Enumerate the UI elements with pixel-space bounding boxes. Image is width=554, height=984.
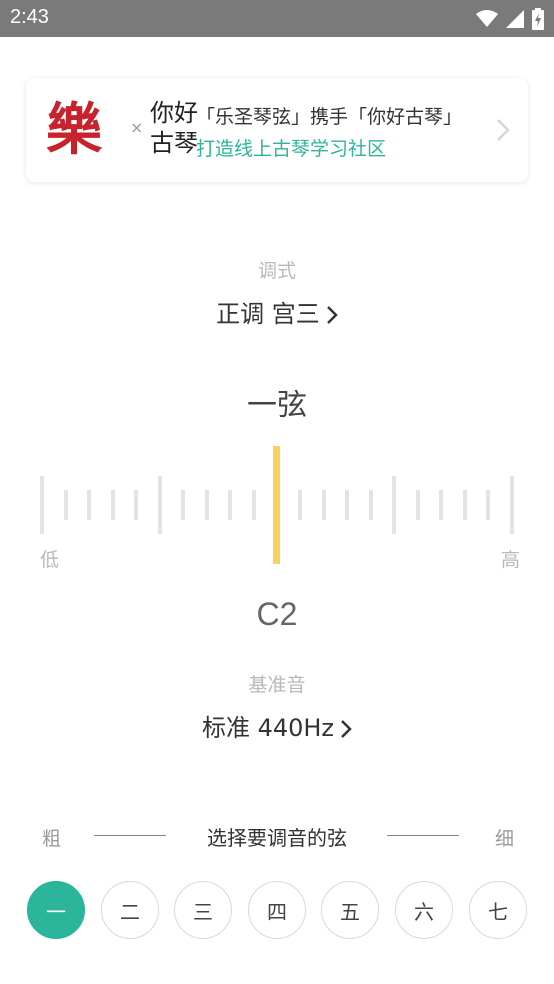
meter-tick [205, 490, 209, 520]
mode-label: 调式 [257, 260, 296, 282]
meter-tick [158, 476, 162, 534]
divider-line [387, 835, 459, 836]
status-time: 2:43 [10, 6, 49, 28]
signal-icon [506, 10, 524, 28]
mode-value: 正调 宫三 [216, 300, 320, 328]
reference-pitch-value: 标准 440Hz [201, 714, 335, 742]
battery-icon [532, 8, 544, 30]
meter-tick [322, 490, 326, 520]
tuning-meter [0, 440, 554, 570]
promo-banner[interactable]: 樂 × 你好古琴 「乐圣琴弦」携手「你好古琴」 打造线上古琴学习社区 [26, 78, 528, 182]
thin-label: 细 [494, 828, 514, 850]
meter-tick [486, 490, 490, 520]
meter-tick [252, 490, 256, 520]
mode-selector[interactable]: 正调 宫三 [0, 294, 554, 329]
meter-tick [134, 490, 138, 520]
low-label: 低 [40, 549, 60, 571]
reference-pitch-label: 基准音 [248, 674, 306, 696]
string-button-5[interactable]: 五 [321, 881, 379, 939]
banner-subline: 打造线上古琴学习社区 [196, 138, 387, 160]
chevron-right-icon [326, 306, 338, 324]
status-bar: 2:43 [0, 0, 554, 37]
string-button-2[interactable]: 二 [101, 881, 159, 939]
meter-tick [111, 490, 115, 520]
meter-tick [392, 476, 396, 534]
meter-tick [228, 490, 232, 520]
chevron-right-icon [497, 119, 510, 141]
meter-tick [369, 490, 373, 520]
banner-headline: 「乐圣琴弦」携手「你好古琴」 [196, 106, 463, 128]
string-button-1[interactable]: 一 [27, 881, 85, 939]
current-string-title: 一弦 [247, 388, 307, 423]
string-button-4[interactable]: 四 [248, 881, 306, 939]
wifi-icon [476, 10, 498, 27]
logo-separator: × [130, 118, 144, 137]
select-string-label: 选择要调音的弦 [207, 826, 347, 850]
meter-tick [416, 490, 420, 520]
target-note: C2 [256, 596, 298, 632]
status-icons [476, 7, 544, 31]
meter-tick [181, 490, 185, 520]
meter-tick [463, 490, 467, 520]
yuesheng-logo: 樂 [46, 97, 102, 163]
meter-tick [64, 490, 68, 520]
string-button-7[interactable]: 七 [469, 881, 527, 939]
high-label: 高 [500, 549, 520, 571]
meter-tick [345, 490, 349, 520]
meter-tick [510, 476, 514, 534]
reference-pitch-selector[interactable]: 标准 440Hz [0, 708, 554, 743]
pitch-needle [273, 446, 280, 564]
meter-tick [40, 476, 44, 534]
string-button-3[interactable]: 三 [174, 881, 232, 939]
string-button-6[interactable]: 六 [395, 881, 453, 939]
meter-tick [87, 490, 91, 520]
meter-tick [298, 490, 302, 520]
chevron-right-icon [341, 720, 352, 738]
meter-tick [439, 490, 443, 520]
string-selector: 一 二 三 四 五 六 七 [27, 881, 527, 939]
